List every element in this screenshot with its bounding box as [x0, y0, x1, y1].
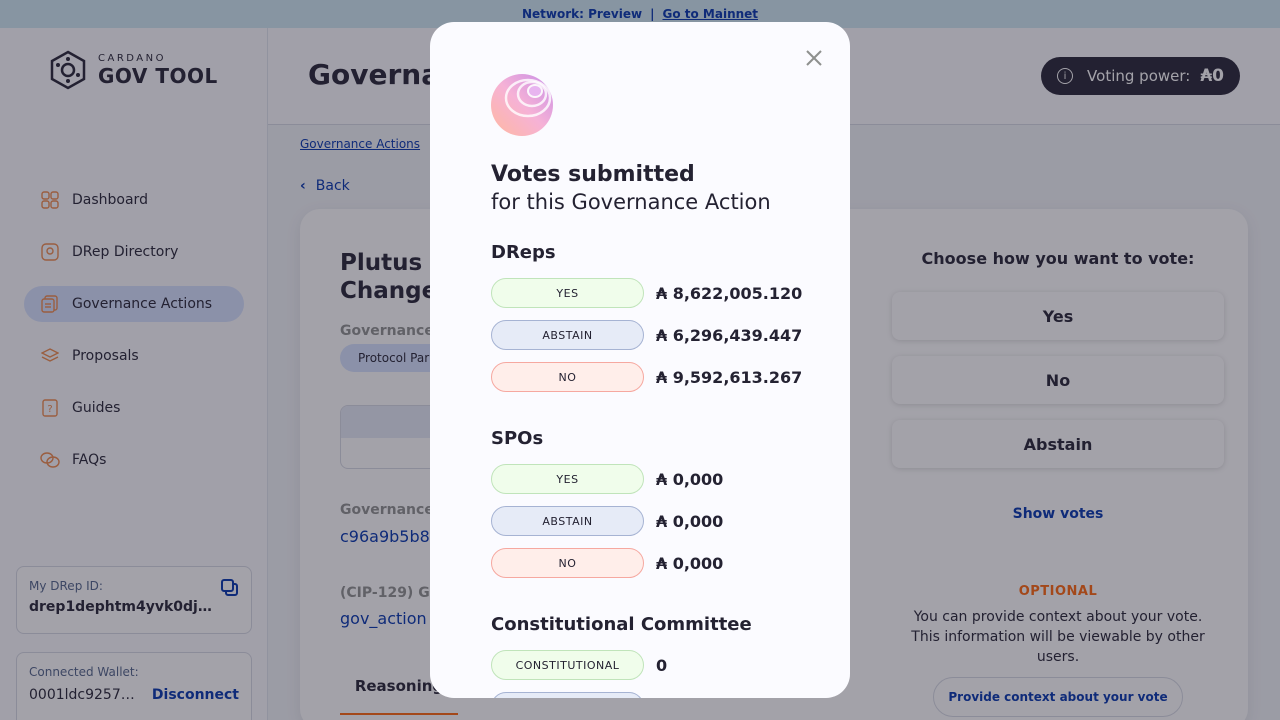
constitutional-pill: CONSTITUTIONAL: [491, 650, 644, 680]
vote-amount: ₳ 6,296,439.447: [656, 325, 803, 345]
cc-pill: [491, 692, 644, 698]
no-pill: NO: [491, 362, 644, 392]
swirl-logo-icon: [490, 72, 556, 138]
dreps-heading: DReps: [491, 242, 556, 263]
dreps-yes-row: YES ₳ 8,622,005.120: [491, 278, 802, 308]
abstain-pill: ABSTAIN: [491, 506, 644, 536]
vote-amount: ₳ 8,622,005.120: [656, 283, 803, 303]
vote-amount: ₳ 9,592,613.267: [656, 367, 803, 387]
spos-abstain-row: ABSTAIN ₳ 0,000: [491, 506, 723, 536]
cc-second-row: [491, 692, 656, 698]
dreps-no-row: NO ₳ 9,592,613.267: [491, 362, 802, 392]
no-pill: NO: [491, 548, 644, 578]
dreps-abstain-row: ABSTAIN ₳ 6,296,439.447: [491, 320, 802, 350]
close-icon[interactable]: [802, 46, 826, 70]
vote-amount: 0: [656, 655, 668, 675]
vote-amount: ₳ 0,000: [656, 469, 724, 489]
spos-yes-row: YES ₳ 0,000: [491, 464, 723, 494]
spos-heading: SPOs: [491, 428, 544, 449]
vote-amount: ₳ 0,000: [656, 553, 724, 573]
modal-subtitle: for this Governance Action: [491, 190, 771, 214]
vote-amount: ₳ 0,000: [656, 511, 724, 531]
cc-heading: Constitutional Committee: [491, 614, 752, 635]
spos-no-row: NO ₳ 0,000: [491, 548, 723, 578]
modal-title: Votes submitted: [491, 162, 695, 187]
yes-pill: YES: [491, 278, 644, 308]
yes-pill: YES: [491, 464, 644, 494]
abstain-pill: ABSTAIN: [491, 320, 644, 350]
cc-constitutional-row: CONSTITUTIONAL 0: [491, 650, 667, 680]
votes-submitted-modal: Votes submitted for this Governance Acti…: [430, 22, 850, 698]
